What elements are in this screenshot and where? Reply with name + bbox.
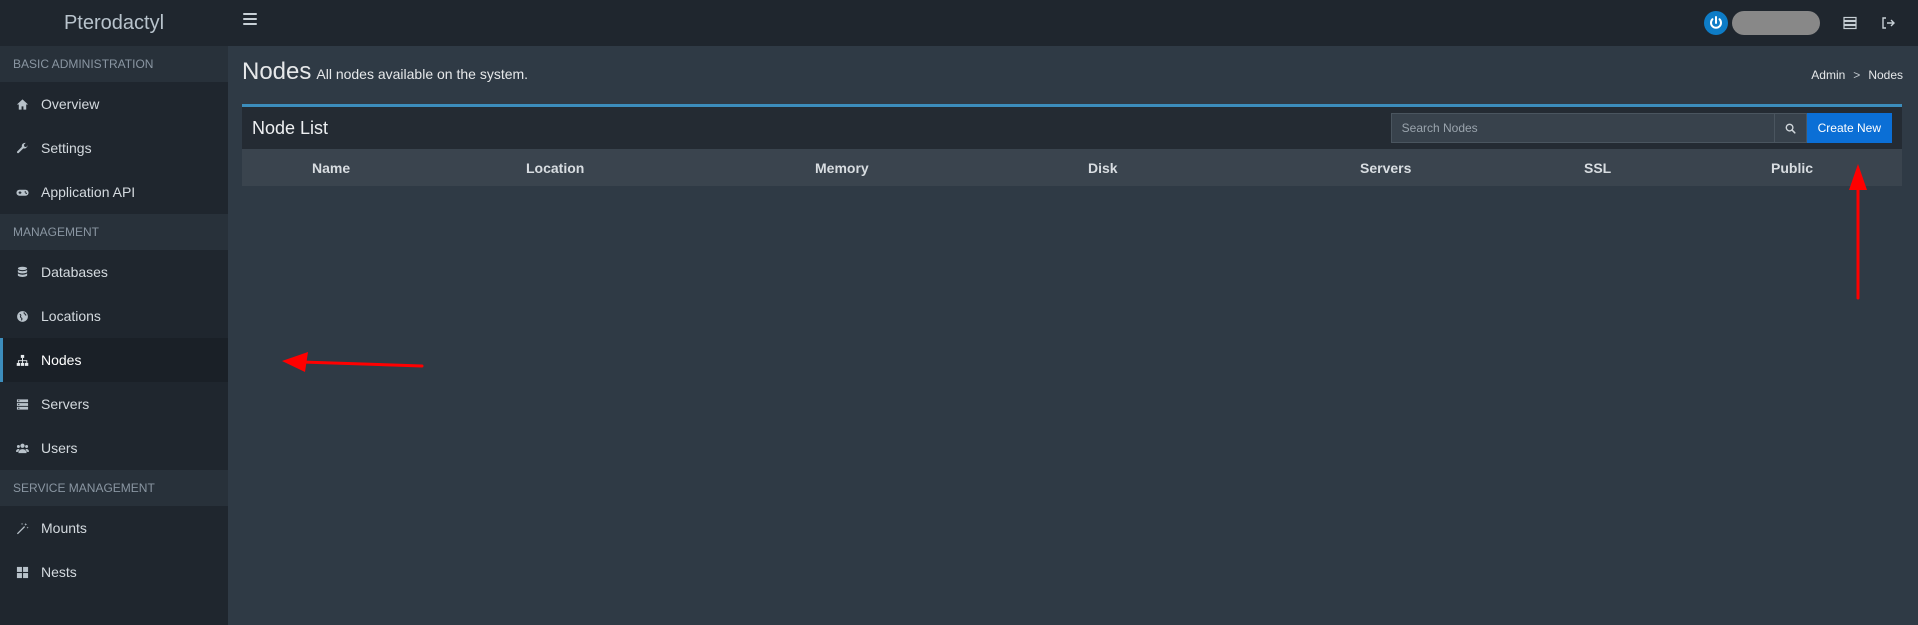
sidebar-item-settings[interactable]: Settings [0,126,228,170]
column-header-name[interactable]: Name [312,160,350,176]
table-header-row: Name Location Memory Disk Servers SSL Pu… [242,149,1902,186]
sidebar-toggle-icon[interactable] [243,13,257,25]
annotation-arrow-up [1849,164,1867,300]
sidebar-item-label: Nests [41,564,77,580]
top-navbar: Pterodactyl [0,0,1918,46]
column-header-servers[interactable]: Servers [1360,160,1411,176]
sitemap-icon [15,353,29,367]
breadcrumb-separator: > [1853,68,1861,82]
sidebar-item-label: Servers [41,396,90,412]
main-content: Nodes All nodes available on the system.… [228,46,1918,625]
sidebar-item-label: Locations [41,308,101,324]
column-header-disk[interactable]: Disk [1088,160,1118,176]
sidebar-item-servers[interactable]: Servers [0,382,228,426]
sidebar-item-overview[interactable]: Overview [0,82,228,126]
wrench-icon [15,141,29,155]
sidebar-item-label: Databases [41,264,108,280]
page-title: Nodes [242,58,312,85]
sidebar-item-mounts[interactable]: Mounts [0,506,228,550]
server-icon [15,397,29,411]
column-header-location[interactable]: Location [526,160,584,176]
sidebar-section-header: BASIC ADMINISTRATION [0,46,228,82]
node-list-tools: Create New [1390,113,1892,143]
sidebar: BASIC ADMINISTRATION Overview Settings A… [0,46,228,625]
sidebar-item-label: Mounts [41,520,87,536]
search-icon [1785,123,1796,134]
search-button[interactable] [1774,113,1807,143]
sidebar-item-users[interactable]: Users [0,426,228,470]
sidebar-item-application-api[interactable]: Application API [0,170,228,214]
annotation-arrow-left [282,352,424,372]
create-new-button[interactable]: Create New [1806,113,1892,143]
breadcrumb: Admin > Nodes [1811,68,1903,82]
sidebar-item-locations[interactable]: Locations [0,294,228,338]
power-icon[interactable] [1704,11,1728,35]
column-header-memory[interactable]: Memory [815,160,869,176]
users-icon [15,441,29,455]
database-icon [15,265,29,279]
globe-icon [15,309,29,323]
user-avatar-pill[interactable] [1732,11,1820,35]
sidebar-section-header: MANAGEMENT [0,214,228,250]
page-header: Nodes All nodes available on the system. [242,58,528,86]
brand-logo[interactable]: Pterodactyl [0,0,228,46]
sidebar-item-databases[interactable]: Databases [0,250,228,294]
sidebar-section-header: SERVICE MANAGEMENT [0,470,228,506]
sidebar-item-nests[interactable]: Nests [0,550,228,594]
sidebar-item-nodes[interactable]: Nodes [0,338,228,382]
th-large-icon [15,565,29,579]
sidebar-item-label: Overview [41,96,100,112]
breadcrumb-admin[interactable]: Admin [1811,68,1845,82]
gamepad-icon [15,185,29,199]
sidebar-item-label: Settings [41,140,92,156]
column-header-public[interactable]: Public [1771,160,1813,176]
magic-icon [15,521,29,535]
node-list-panel: Node List Create New Name Location Memor… [242,104,1902,186]
sidebar-item-label: Application API [41,184,136,200]
sidebar-item-label: Users [41,440,78,456]
sign-out-icon[interactable] [1880,15,1896,31]
server-list-icon[interactable] [1842,15,1858,31]
breadcrumb-nodes: Nodes [1868,68,1903,82]
column-header-ssl[interactable]: SSL [1584,160,1611,176]
home-icon [15,97,29,111]
page-subtitle: All nodes available on the system. [316,66,529,82]
sidebar-item-label: Nodes [41,352,82,368]
search-nodes-input[interactable] [1390,113,1775,143]
node-list-title: Node List [252,117,329,138]
